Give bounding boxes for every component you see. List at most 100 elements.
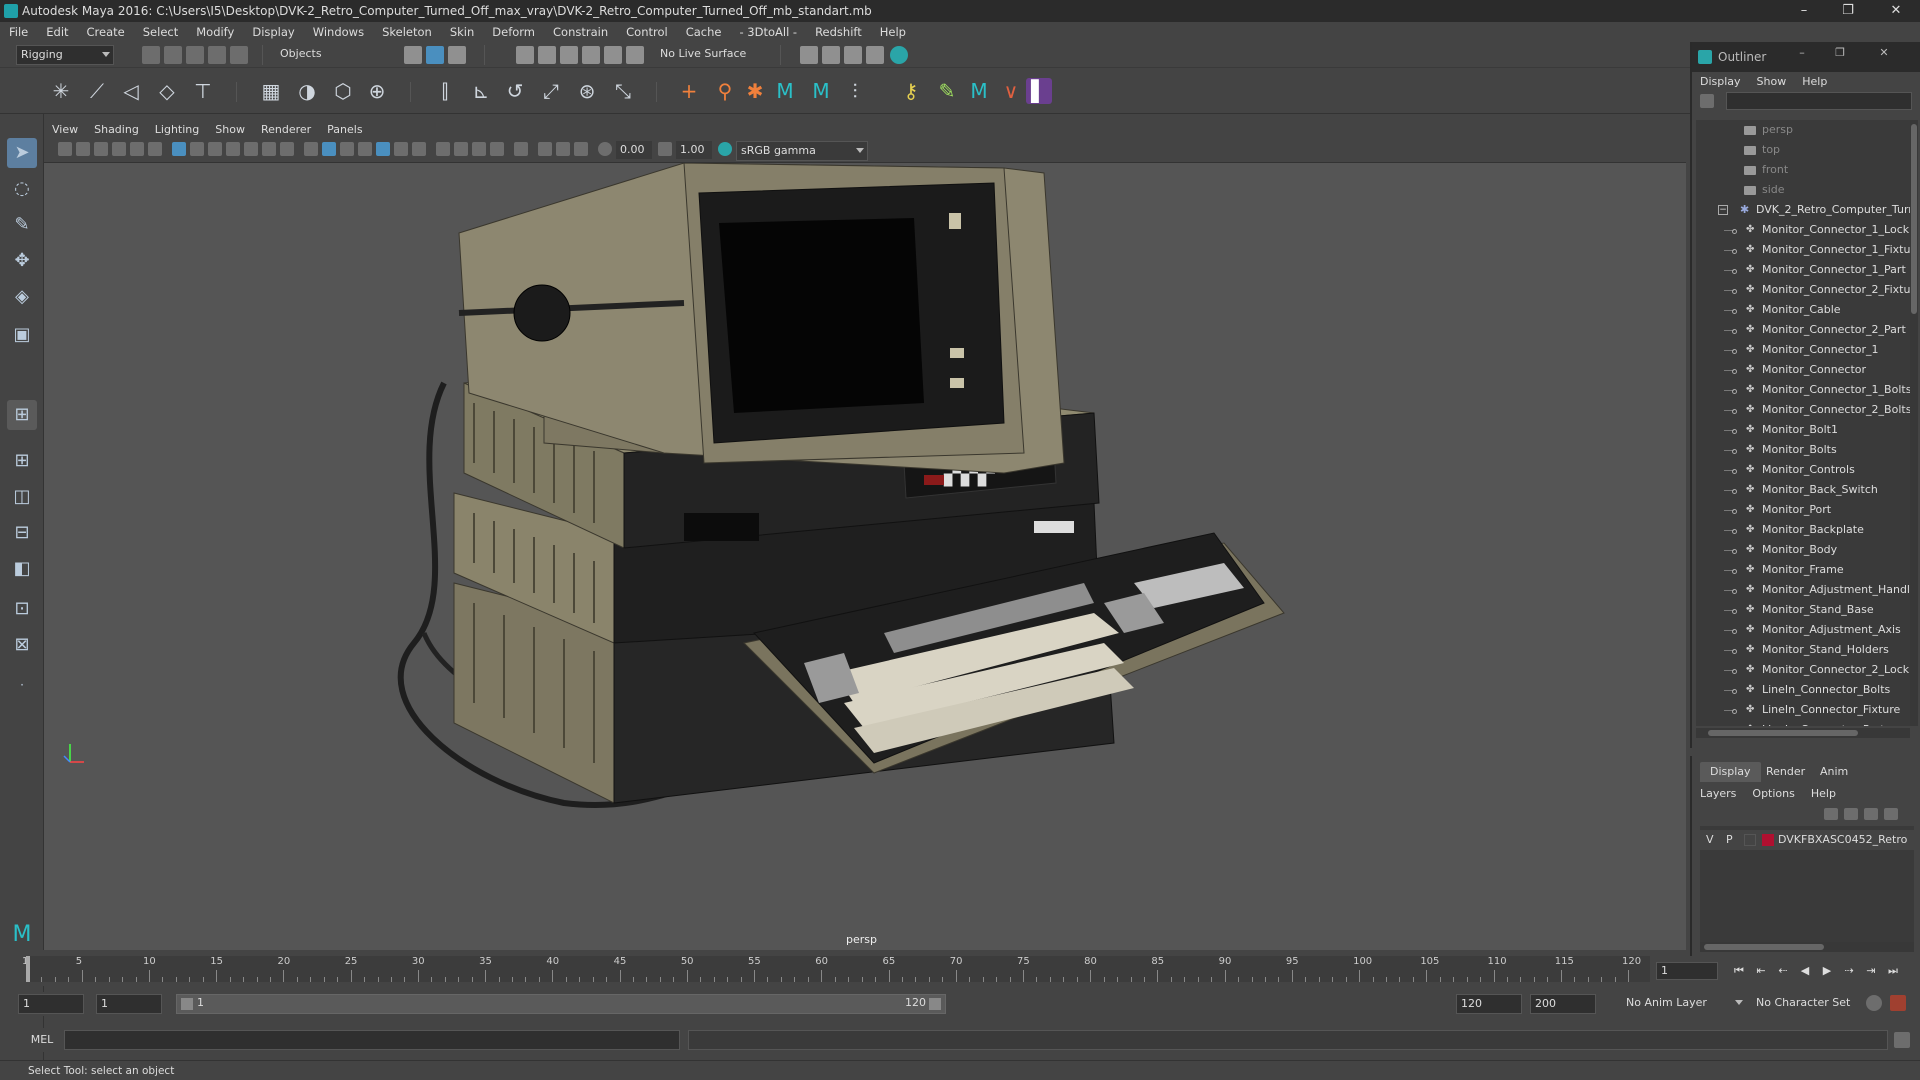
parent-constraint-icon[interactable]: ⫿ (432, 78, 458, 104)
step-forward-icon[interactable]: ⇥ (1864, 964, 1878, 978)
anti-aliasing-icon[interactable] (472, 142, 486, 156)
outliner-item[interactable]: ✤ Monitor_Connector_2_Fixture (1696, 280, 1910, 300)
camera-attributes-icon[interactable] (76, 142, 90, 156)
2d-pan-icon[interactable] (130, 142, 144, 156)
outliner-item-front[interactable]: front (1696, 160, 1910, 180)
vp-menu-show[interactable]: Show (207, 121, 253, 139)
filter-icon[interactable] (1700, 94, 1714, 108)
lattice-icon[interactable]: ⬡ (330, 78, 356, 104)
mel-toggle-button[interactable]: MEL (22, 1030, 62, 1050)
joint-tool-icon[interactable]: ✳ (48, 78, 74, 104)
quick-rig-icon[interactable]: ✱ (742, 78, 768, 104)
outliner-item[interactable]: ✤ Monitor_Adjustment_Handle (1696, 580, 1910, 600)
outliner-item[interactable]: ✤ Monitor_Connector_1_Fixture (1696, 240, 1910, 260)
outliner-menu-show[interactable]: Show (1749, 72, 1795, 92)
undo-icon[interactable] (208, 46, 226, 64)
aim-constraint-icon[interactable]: ⊛ (574, 78, 600, 104)
layer-color-swatch[interactable] (1762, 834, 1774, 846)
current-time-marker[interactable] (26, 956, 30, 982)
maya-m3-icon[interactable]: M (966, 78, 992, 104)
outliner-search-input[interactable] (1726, 92, 1912, 110)
film-gate-icon[interactable] (190, 142, 204, 156)
live-surface-field[interactable]: No Live Surface (656, 45, 756, 65)
grease-pencil-icon[interactable] (148, 142, 162, 156)
menu-help[interactable]: Help (871, 22, 915, 42)
mirror-joint-icon[interactable]: ⊤ (190, 78, 216, 104)
orient-constraint-icon[interactable]: ↺ (502, 78, 528, 104)
vp-menu-renderer[interactable]: Renderer (253, 121, 319, 139)
menu-skeleton[interactable]: Skeleton (373, 22, 441, 42)
menu-control[interactable]: Control (617, 22, 677, 42)
gate-mask-icon[interactable] (226, 142, 240, 156)
hypershade-layout-icon[interactable]: ◧ (7, 554, 37, 584)
playback-start-field[interactable]: 1 (96, 994, 162, 1014)
xray-joints-icon[interactable] (556, 142, 570, 156)
retro-computer-model[interactable]: ▞▞▞ (44, 163, 1686, 950)
step-back-icon[interactable]: ⇤ (1754, 964, 1768, 978)
point-constraint-icon[interactable]: ⊾ (468, 78, 494, 104)
vp-menu-panels[interactable]: Panels (319, 121, 370, 139)
scale-constraint-icon[interactable]: ⤢ (538, 78, 564, 104)
exposure-field[interactable]: 0.00 (616, 141, 652, 159)
anim-layer-dropdown[interactable]: No Anim Layer (1622, 994, 1746, 1014)
outliner-item[interactable]: ✤ Monitor_Bolts (1696, 440, 1910, 460)
layer-menu-options[interactable]: Options (1744, 784, 1802, 804)
attribute-icon[interactable]: ⫶ (842, 78, 868, 104)
snap-grid-icon[interactable] (516, 46, 534, 64)
tab-render[interactable]: Render (1756, 762, 1815, 782)
outliner-item[interactable]: ✤ Monitor_Connector_1_Bolts (1696, 380, 1910, 400)
persp-uv-icon[interactable]: ⊡ (7, 594, 37, 624)
wireframe-icon[interactable] (304, 142, 318, 156)
color-space-dropdown[interactable]: sRGB gamma (736, 141, 868, 161)
snap-view-plane-icon[interactable] (582, 46, 600, 64)
four-view-icon[interactable]: ⊞ (7, 446, 37, 476)
outliner-item-root[interactable]: −✱DVK_2_Retro_Computer_Turned_Off (1696, 200, 1910, 220)
ipr-render-icon[interactable] (844, 46, 862, 64)
menu-display[interactable]: Display (243, 22, 303, 42)
plugin-icon[interactable]: ▌ (1026, 78, 1052, 104)
outliner-h-scrollbar[interactable] (1696, 728, 1910, 738)
brush-icon[interactable]: ✎ (934, 78, 960, 104)
move-layer-up-icon[interactable] (1824, 808, 1838, 820)
layer-menu-layers[interactable]: Layers (1692, 784, 1744, 804)
outliner-item[interactable]: ✤ Monitor_Connector_2_Lock (1696, 660, 1910, 680)
key-icon[interactable]: ⚷ (898, 78, 924, 104)
menu-skin[interactable]: Skin (441, 22, 483, 42)
layer-visibility-toggle[interactable]: V (1706, 830, 1714, 850)
gamma-icon[interactable] (658, 142, 672, 156)
snap-curve-icon[interactable] (538, 46, 556, 64)
layer-menu-help[interactable]: Help (1803, 784, 1844, 804)
outliner-close-button[interactable]: ✕ (1862, 46, 1906, 68)
command-input[interactable] (64, 1030, 680, 1050)
snap-live-icon[interactable] (626, 46, 644, 64)
menu-file[interactable]: File (0, 22, 37, 42)
playback-end-field[interactable]: 120 (1456, 994, 1522, 1014)
script-editor-icon[interactable] (1894, 1032, 1910, 1048)
current-frame-field[interactable]: 1 (1656, 962, 1718, 980)
outliner-item-side[interactable]: side (1696, 180, 1910, 200)
default-material-icon[interactable] (340, 142, 354, 156)
snap-surface-icon[interactable] (604, 46, 622, 64)
open-scene-icon[interactable] (164, 46, 182, 64)
shadows-icon[interactable] (412, 142, 426, 156)
motion-blur-icon[interactable] (454, 142, 468, 156)
menu-deform[interactable]: Deform (483, 22, 544, 42)
menu-3dtoall[interactable]: - 3DtoAll - (730, 22, 806, 42)
render-current-icon[interactable] (822, 46, 840, 64)
play-backwards-icon[interactable]: ◀ (1798, 964, 1812, 978)
safe-action-icon[interactable] (262, 142, 276, 156)
persp-outliner-icon[interactable]: ◫ (7, 482, 37, 512)
maximize-button[interactable]: ❐ (1826, 0, 1870, 22)
vp-menu-lighting[interactable]: Lighting (147, 121, 207, 139)
single-perspective-icon[interactable]: ⊞ (7, 400, 37, 430)
pole-vector-icon[interactable]: ⤡ (610, 78, 636, 104)
outliner-item[interactable]: ✤ LineIn_Connector_Fixture (1696, 700, 1910, 720)
outliner-item[interactable]: ✤ Monitor_Body (1696, 540, 1910, 560)
tab-anim[interactable]: Anim (1810, 762, 1858, 782)
xray-components-icon[interactable] (574, 142, 588, 156)
range-start-handle[interactable] (181, 998, 193, 1010)
new-scene-icon[interactable] (142, 46, 160, 64)
go-to-end-icon[interactable]: ⏭ (1886, 964, 1900, 978)
ik-spline-icon[interactable]: ◁ (118, 78, 144, 104)
lasso-tool-icon[interactable]: ◌ (7, 174, 37, 204)
